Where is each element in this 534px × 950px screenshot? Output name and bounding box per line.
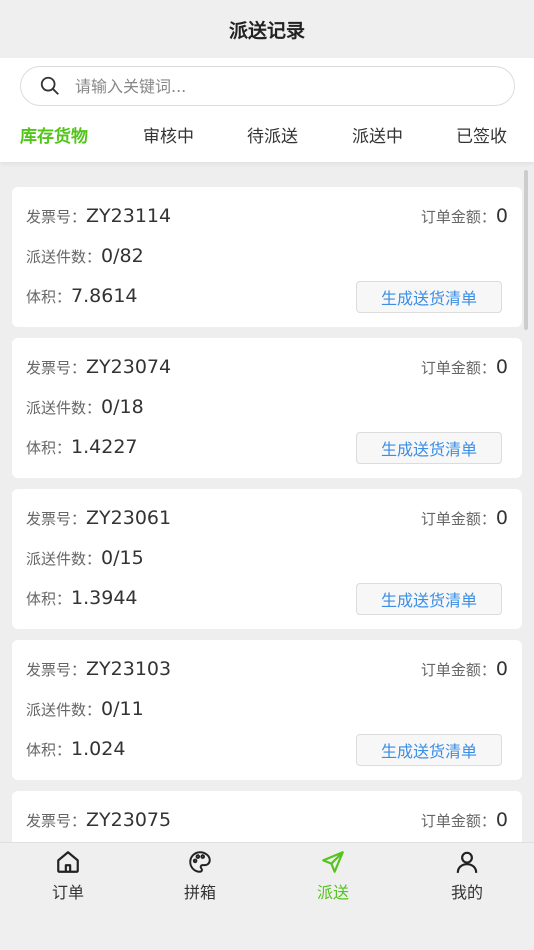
- count-row: 派送件数：0/82: [26, 245, 144, 267]
- amount-value: 0: [495, 658, 508, 680]
- amount-row: 订单金额：0: [421, 356, 508, 378]
- search-icon: [40, 76, 59, 95]
- generate-delivery-list-button[interactable]: 生成送货清单: [356, 734, 502, 766]
- volume-label: 体积：: [26, 741, 72, 759]
- record-card: 发票号：ZY23074 订单金额：0 派送件数：0/18 体积：1.4227 生…: [12, 338, 522, 478]
- invoice-row: 发票号：ZY23075: [26, 809, 171, 831]
- tab-dispatching[interactable]: 派送中: [352, 122, 403, 147]
- record-list[interactable]: 发票号：ZY23114 订单金额：0 派送件数：0/82 体积：7.8614 生…: [0, 170, 534, 842]
- amount-label: 订单金额：: [420, 208, 496, 226]
- volume-value: 1.024: [71, 738, 126, 760]
- tab-reviewing[interactable]: 审核中: [143, 122, 194, 147]
- nav-label: 拼箱: [183, 883, 216, 902]
- nav-label: 订单: [51, 883, 84, 902]
- invoice-label: 发票号：: [26, 661, 87, 679]
- invoice-label: 发票号：: [26, 812, 87, 830]
- volume-row: 体积：1.4227: [26, 436, 138, 458]
- volume-value: 7.8614: [71, 285, 138, 307]
- page-title: 派送记录: [228, 19, 305, 42]
- generate-delivery-list-button[interactable]: 生成送货清单: [356, 281, 502, 313]
- invoice-value: ZY23061: [86, 507, 172, 529]
- amount-row: 订单金额：0: [421, 658, 508, 680]
- count-label: 派送件数：: [26, 550, 102, 568]
- invoice-row: 发票号：ZY23061: [26, 507, 171, 529]
- count-row: 派送件数：0/11: [26, 698, 144, 720]
- nav-label: 我的: [450, 883, 483, 902]
- count-value: 0/82: [101, 245, 144, 267]
- invoice-label: 发票号：: [26, 510, 87, 528]
- amount-value: 0: [495, 507, 508, 529]
- tab-signed[interactable]: 已签收: [456, 122, 507, 147]
- nav-consolidation[interactable]: 拼箱: [160, 849, 240, 903]
- volume-label: 体积：: [26, 288, 72, 306]
- amount-value: 0: [495, 356, 508, 378]
- invoice-label: 发票号：: [26, 208, 87, 226]
- record-card: 发票号：ZY23103 订单金额：0 派送件数：0/11 体积：1.024 生成…: [12, 640, 522, 780]
- amount-row: 订单金额：0: [421, 205, 508, 227]
- amount-label: 订单金额：: [420, 812, 496, 830]
- home-icon: [57, 851, 79, 873]
- search-box[interactable]: [20, 66, 515, 106]
- amount-value: 0: [495, 809, 508, 831]
- count-value: 0/15: [101, 547, 144, 569]
- volume-value: 1.3944: [71, 587, 138, 609]
- amount-value: 0: [495, 205, 508, 227]
- bottom-nav: 订单 拼箱 派送 我的: [0, 842, 534, 950]
- invoice-label: 发票号：: [26, 359, 87, 377]
- invoice-row: 发票号：ZY23103: [26, 658, 171, 680]
- nav-dispatch[interactable]: 派送: [293, 849, 373, 903]
- scrollbar[interactable]: [524, 170, 528, 330]
- volume-label: 体积：: [26, 439, 72, 457]
- tab-pending-dispatch[interactable]: 待派送: [247, 122, 298, 147]
- invoice-value: ZY23074: [86, 356, 172, 378]
- volume-row: 体积：1.3944: [26, 587, 138, 609]
- amount-label: 订单金额：: [420, 359, 496, 377]
- generate-delivery-list-button[interactable]: 生成送货清单: [356, 432, 502, 464]
- generate-delivery-list-button[interactable]: 生成送货清单: [356, 583, 502, 615]
- volume-row: 体积：7.8614: [26, 285, 138, 307]
- amount-label: 订单金额：: [420, 661, 496, 679]
- record-card: 发票号：ZY23061 订单金额：0 派送件数：0/15 体积：1.3944 生…: [12, 489, 522, 629]
- status-tabs: 库存货物 审核中 待派送 派送中 已签收: [0, 122, 534, 154]
- count-label: 派送件数：: [26, 701, 102, 719]
- count-value: 0/11: [101, 698, 144, 720]
- amount-row: 订单金额：0: [421, 809, 508, 831]
- invoice-row: 发票号：ZY23074: [26, 356, 171, 378]
- top-bar: 派送记录: [0, 0, 534, 58]
- nav-label: 派送: [316, 883, 349, 902]
- invoice-value: ZY23075: [86, 809, 172, 831]
- invoice-value: ZY23114: [86, 205, 172, 227]
- user-icon: [456, 851, 478, 873]
- count-value: 0/18: [101, 396, 144, 418]
- nav-orders[interactable]: 订单: [28, 849, 108, 903]
- palette-icon: [189, 851, 211, 873]
- volume-row: 体积：1.024: [26, 738, 125, 760]
- record-card: 发票号：ZY23114 订单金额：0 派送件数：0/82 体积：7.8614 生…: [12, 187, 522, 327]
- invoice-row: 发票号：ZY23114: [26, 205, 171, 227]
- invoice-value: ZY23103: [86, 658, 172, 680]
- volume-label: 体积：: [26, 590, 72, 608]
- search-input[interactable]: [75, 76, 475, 96]
- header: 库存货物 审核中 待派送 派送中 已签收: [0, 58, 534, 162]
- count-label: 派送件数：: [26, 248, 102, 266]
- record-card: 发票号：ZY23075 订单金额：0: [12, 791, 522, 842]
- count-row: 派送件数：0/15: [26, 547, 144, 569]
- amount-row: 订单金额：0: [421, 507, 508, 529]
- volume-value: 1.4227: [71, 436, 138, 458]
- nav-profile[interactable]: 我的: [427, 849, 507, 903]
- count-label: 派送件数：: [26, 399, 102, 417]
- send-icon: [322, 851, 344, 873]
- count-row: 派送件数：0/18: [26, 396, 144, 418]
- tab-stock[interactable]: 库存货物: [20, 122, 88, 147]
- amount-label: 订单金额：: [420, 510, 496, 528]
